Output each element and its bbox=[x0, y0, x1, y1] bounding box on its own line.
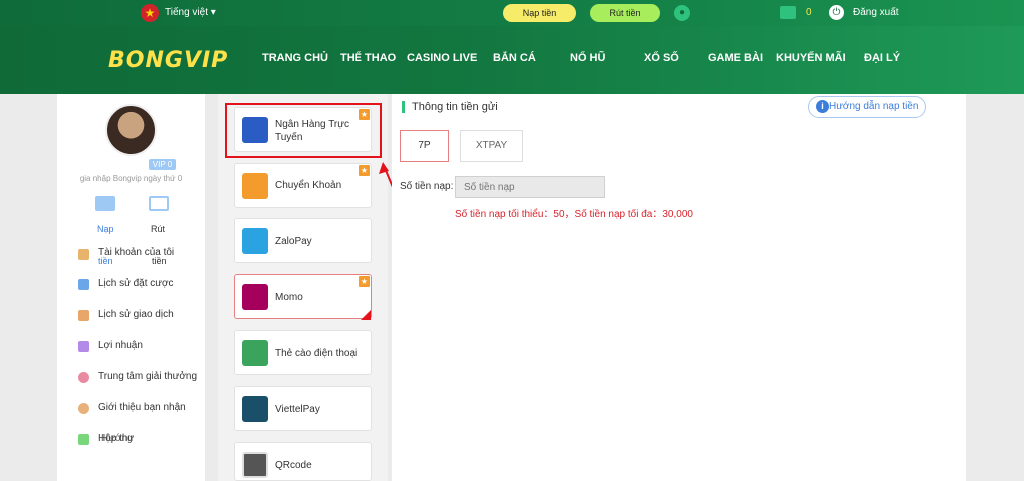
avatar bbox=[105, 104, 157, 156]
chart-icon bbox=[78, 341, 89, 352]
menu-rewards-center[interactable]: Trung tâm giải thưởng bbox=[98, 371, 197, 382]
selected-check-icon bbox=[361, 310, 371, 320]
menu-overlap-text: tiền bbox=[152, 256, 167, 266]
channel-xtpay[interactable]: XTPAY bbox=[460, 130, 523, 162]
amount-label: Số tiền nạp: bbox=[400, 181, 454, 192]
method-bank-transfer[interactable]: Chuyển Khoản bbox=[234, 163, 372, 208]
amount-input[interactable] bbox=[455, 176, 605, 198]
nav-promotions[interactable]: KHUYẾN MÃI bbox=[776, 52, 846, 64]
channel-7p[interactable]: 7P bbox=[400, 130, 449, 162]
balance: 0 bbox=[806, 7, 812, 18]
wallet-icon bbox=[78, 249, 89, 260]
bongvip-logo[interactable]: BONGVIP bbox=[108, 48, 228, 73]
deposit-card-icon[interactable] bbox=[95, 196, 115, 211]
tab-deposit[interactable]: Nạp bbox=[97, 224, 114, 234]
gift-icon bbox=[78, 372, 89, 383]
method-label: ViettelPay bbox=[275, 404, 320, 415]
hot-badge-icon: ★ bbox=[358, 164, 371, 177]
viettelpay-icon bbox=[242, 396, 268, 422]
tab-withdraw[interactable]: Rút bbox=[151, 224, 165, 234]
list-icon bbox=[78, 279, 89, 290]
info-icon: i bbox=[816, 100, 829, 113]
method-phone-card[interactable]: Thẻ cào điện thoại bbox=[234, 330, 372, 375]
method-momo[interactable]: Momo bbox=[234, 274, 372, 319]
withdraw-button[interactable]: Rút tiền bbox=[590, 4, 660, 22]
logout-link[interactable]: Đăng xuất bbox=[853, 7, 899, 18]
deposit-info-title: Thông tin tiền gửi bbox=[412, 101, 498, 113]
title-marker bbox=[402, 101, 405, 113]
phone-card-icon bbox=[242, 340, 268, 366]
receipt-icon bbox=[78, 310, 89, 321]
vip-badge: VIP 0 bbox=[149, 159, 176, 170]
menu-transaction-history[interactable]: Lịch sử giao dịch bbox=[98, 309, 174, 320]
nav-agent[interactable]: ĐẠI LÝ bbox=[864, 52, 900, 64]
nav-fishing[interactable]: BẮN CÁ bbox=[493, 52, 536, 64]
power-icon[interactable]: ⏻ bbox=[829, 5, 844, 20]
hot-badge-icon: ★ bbox=[358, 275, 371, 288]
withdraw-card-icon[interactable] bbox=[149, 196, 169, 211]
join-info: gia nhập Bongvip ngày thứ 0 bbox=[79, 174, 183, 183]
transfer-icon bbox=[242, 173, 268, 199]
menu-overlap-text: tiền bbox=[98, 256, 113, 266]
method-zalopay[interactable]: ZaloPay bbox=[234, 218, 372, 263]
nav-card-games[interactable]: GAME BÀI bbox=[708, 52, 763, 64]
method-qrcode[interactable]: QRcode bbox=[234, 442, 372, 481]
user-plus-icon bbox=[78, 403, 89, 414]
method-label: ZaloPay bbox=[275, 236, 312, 247]
vietnam-flag-icon[interactable]: ★ bbox=[141, 4, 159, 22]
highlight-box bbox=[225, 103, 382, 158]
wallet-icon[interactable] bbox=[780, 6, 796, 19]
nav-sports[interactable]: THỂ THAO bbox=[340, 52, 396, 64]
menu-overlap-text: Hướng bbox=[101, 433, 133, 444]
deposit-button[interactable]: Nạp tiền bbox=[503, 4, 576, 22]
nav-lottery[interactable]: XỔ SỐ bbox=[644, 52, 679, 64]
method-label: Chuyển Khoản bbox=[275, 180, 342, 191]
menu-profit[interactable]: Lợi nhuận bbox=[98, 340, 143, 351]
method-label: Thẻ cào điện thoại bbox=[275, 348, 358, 359]
menu-referral[interactable]: Giới thiệu bạn nhận bbox=[98, 402, 186, 413]
method-label: Momo bbox=[275, 292, 303, 303]
zalopay-icon bbox=[242, 228, 268, 254]
nav-slots[interactable]: NỔ HŨ bbox=[570, 52, 605, 64]
nav-home[interactable]: TRANG CHỦ bbox=[262, 52, 328, 64]
mail-icon bbox=[78, 434, 89, 445]
momo-icon bbox=[242, 284, 268, 310]
qrcode-icon bbox=[242, 452, 268, 478]
amount-limits: Số tiền nạp tối thiểu：50，Số tiền nạp tối… bbox=[455, 209, 693, 220]
menu-bet-history[interactable]: Lịch sử đặt cược bbox=[98, 278, 174, 289]
nav-casino-live[interactable]: CASINO LIVE bbox=[407, 52, 477, 64]
user-icon[interactable]: ● bbox=[674, 5, 690, 21]
method-label: QRcode bbox=[275, 460, 312, 471]
language-selector[interactable]: Tiếng việt ▾ bbox=[165, 7, 216, 18]
method-viettelpay[interactable]: ViettelPay bbox=[234, 386, 372, 431]
